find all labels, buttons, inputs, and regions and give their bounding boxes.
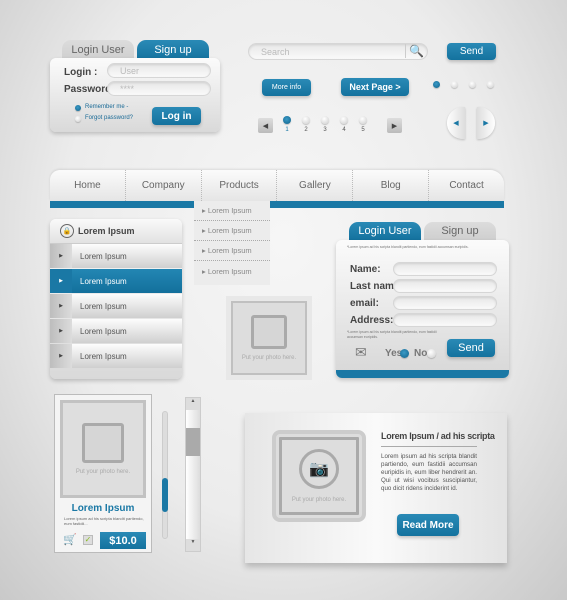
nav-accent-bar bbox=[50, 201, 504, 208]
products-dropdown: ▸ Lorem Ipsum ▸ Lorem Ipsum ▸ Lorem Ipsu… bbox=[194, 201, 270, 285]
envelope-icon: ✉ bbox=[355, 344, 367, 360]
page-dot[interactable] bbox=[302, 116, 310, 124]
address-input[interactable] bbox=[393, 313, 497, 327]
checkbox-icon[interactable]: ✓ bbox=[83, 535, 93, 545]
slider-dot[interactable] bbox=[451, 81, 458, 88]
photo-hint: Put your photo here. bbox=[75, 469, 131, 475]
slider-dot[interactable] bbox=[469, 81, 476, 88]
nav-products[interactable]: Products bbox=[202, 170, 278, 201]
side-menu-item[interactable]: ▶ Lorem Ipsum bbox=[50, 344, 182, 368]
tab-sign-up[interactable]: Sign up bbox=[137, 40, 209, 60]
photo-hint: Put your photo here. bbox=[291, 497, 347, 503]
page-number[interactable]: 3 bbox=[323, 127, 326, 133]
email-label: email: bbox=[350, 298, 379, 309]
scrollbar[interactable]: ▲ ▼ bbox=[185, 397, 201, 552]
no-label: No bbox=[414, 348, 428, 359]
yes-radio[interactable] bbox=[400, 349, 409, 358]
nav-company[interactable]: Company bbox=[126, 170, 202, 201]
login-button[interactable]: Log in bbox=[152, 107, 201, 125]
send-button-top[interactable]: Send bbox=[447, 43, 496, 60]
search-input[interactable]: Search bbox=[248, 43, 428, 60]
nav-contact[interactable]: Contact bbox=[429, 170, 504, 201]
side-menu-item[interactable]: ▶ Lorem Ipsum bbox=[50, 244, 182, 268]
photo-placeholder[interactable]: Put your photo here. bbox=[226, 296, 312, 380]
side-menu: 🔒 Lorem Ipsum ▶ Lorem Ipsum ▶ Lorem Ipsum … bbox=[50, 219, 182, 379]
form-note-top: *Lorem ipsum ad his scripta blandit part… bbox=[347, 245, 469, 249]
page-dot[interactable] bbox=[359, 116, 367, 124]
side-menu-item[interactable]: ▶ Lorem Ipsum bbox=[50, 319, 182, 343]
dropdown-item[interactable]: ▸ Lorem Ipsum bbox=[194, 221, 270, 241]
next-page-button[interactable]: Next Page > bbox=[341, 78, 409, 96]
remember-radio[interactable] bbox=[75, 105, 81, 111]
page-dot[interactable] bbox=[283, 116, 291, 124]
article-photo[interactable]: 📷 Put your photo here. bbox=[272, 430, 366, 522]
read-more-button[interactable]: Read More bbox=[397, 514, 459, 536]
page-number[interactable]: 2 bbox=[304, 127, 307, 133]
page-number[interactable]: 4 bbox=[342, 127, 345, 133]
article-body: Lorem ipsum ad his scripta blandit parti… bbox=[381, 453, 477, 492]
image-icon bbox=[82, 423, 124, 463]
remember-label: Remember me - bbox=[85, 104, 129, 110]
forgot-link[interactable]: Forgot password? bbox=[85, 115, 133, 121]
login-label: Login : bbox=[64, 67, 98, 78]
more-info-button[interactable]: More info bbox=[262, 79, 311, 96]
scroll-thumb[interactable] bbox=[186, 428, 200, 456]
price-tag: $10.0 bbox=[100, 532, 146, 549]
image-icon bbox=[251, 315, 287, 349]
slider-dots bbox=[433, 81, 494, 88]
user-input[interactable]: User bbox=[107, 63, 211, 78]
scroll-up-icon[interactable]: ▲ bbox=[186, 398, 200, 410]
product-title: Lorem Ipsum bbox=[71, 503, 135, 514]
product-photo[interactable]: Put your photo here. bbox=[60, 400, 146, 498]
search-placeholder: Search bbox=[261, 46, 290, 57]
page-dot[interactable] bbox=[321, 116, 329, 124]
last-name-input[interactable] bbox=[393, 279, 497, 293]
side-menu-item-active[interactable]: ▶ Lorem Ipsum bbox=[50, 269, 182, 293]
pagination: 1 2 3 4 5 bbox=[283, 116, 367, 133]
search-icon[interactable]: 🔍 bbox=[405, 44, 424, 58]
product-desc: Lorem ipsum ad his scripta blandit parti… bbox=[64, 516, 144, 526]
dropdown-item[interactable]: ▸ Lorem Ipsum bbox=[194, 201, 270, 221]
password-input[interactable]: **** bbox=[107, 81, 211, 96]
page-dot[interactable] bbox=[340, 116, 348, 124]
nav-home[interactable]: Home bbox=[50, 170, 126, 201]
form-tab-signup[interactable]: Sign up bbox=[424, 222, 496, 240]
lock-icon: 🔒 bbox=[60, 224, 74, 238]
dropdown-item[interactable]: ▸ Lorem Ipsum bbox=[194, 261, 270, 281]
article-divider bbox=[381, 446, 477, 447]
tab-login-user[interactable]: Login User bbox=[62, 40, 134, 60]
page-number[interactable]: 5 bbox=[361, 127, 364, 133]
vertical-slider-track[interactable] bbox=[162, 411, 168, 539]
nav-gallery[interactable]: Gallery bbox=[277, 170, 354, 201]
form-note-bottom: *Lorem ipsum ad his scripta blandit part… bbox=[347, 330, 437, 339]
cart-icon[interactable]: 🛒 bbox=[63, 533, 77, 546]
name-label: Name: bbox=[350, 264, 381, 275]
round-next-icon[interactable]: ▶ bbox=[477, 107, 495, 139]
email-input[interactable] bbox=[393, 296, 497, 310]
prev-page-icon[interactable]: ◀ bbox=[258, 118, 273, 133]
main-nav: Home Company Products Gallery Blog Conta… bbox=[50, 170, 504, 201]
vertical-slider-handle[interactable] bbox=[162, 478, 168, 512]
side-menu-item[interactable]: ▶ Lorem Ipsum bbox=[50, 294, 182, 318]
forgot-radio[interactable] bbox=[75, 116, 81, 122]
photo-hint: Put your photo here. bbox=[241, 355, 297, 361]
name-input[interactable] bbox=[393, 262, 497, 276]
article-title: Lorem Ipsum / ad his scripta bbox=[381, 431, 495, 441]
camera-icon: 📷 bbox=[299, 449, 339, 489]
form-send-button[interactable]: Send bbox=[447, 339, 495, 357]
no-radio[interactable] bbox=[427, 349, 436, 358]
address-label: Address: bbox=[350, 315, 394, 326]
nav-blog[interactable]: Blog bbox=[353, 170, 430, 201]
slider-dot[interactable] bbox=[433, 81, 440, 88]
next-page-icon[interactable]: ▶ bbox=[387, 118, 402, 133]
side-menu-header: 🔒 Lorem Ipsum bbox=[50, 219, 182, 244]
page-number[interactable]: 1 bbox=[285, 127, 288, 133]
round-prev-icon[interactable]: ◀ bbox=[447, 107, 465, 139]
dropdown-item[interactable]: ▸ Lorem Ipsum bbox=[194, 241, 270, 261]
scroll-down-icon[interactable]: ▼ bbox=[186, 539, 200, 551]
slider-dot[interactable] bbox=[487, 81, 494, 88]
form-tab-login[interactable]: Login User bbox=[349, 222, 421, 240]
